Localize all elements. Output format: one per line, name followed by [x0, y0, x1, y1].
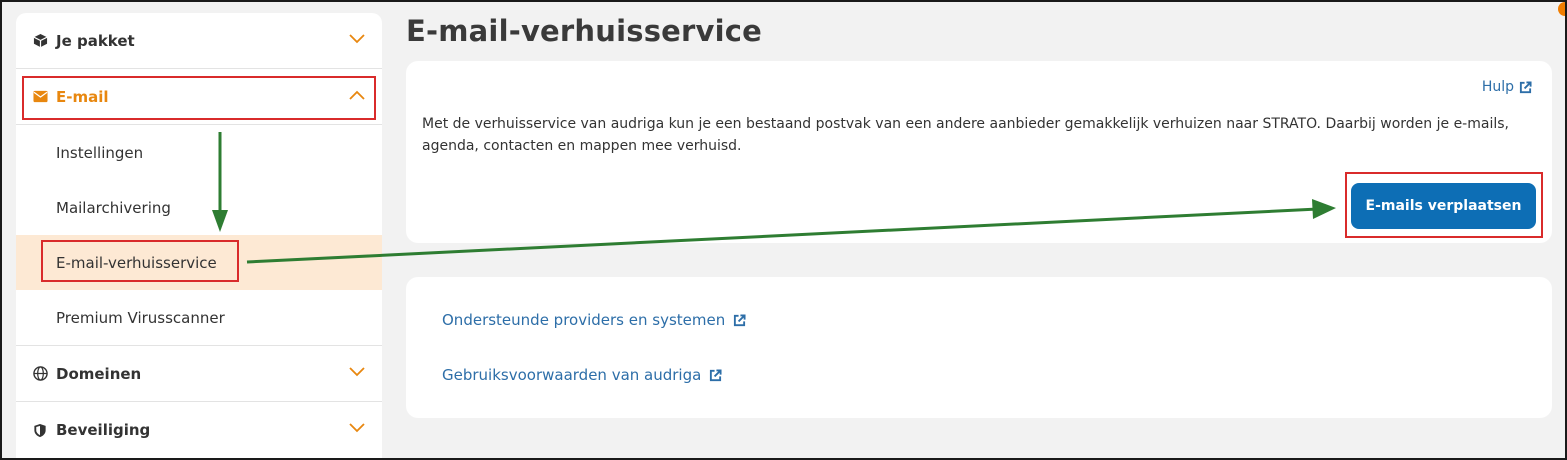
- nav-item-je-pakket[interactable]: Je pakket: [16, 13, 382, 69]
- terms-of-use-link[interactable]: Gebruiksvoorwaarden van audriga: [442, 366, 722, 384]
- chevron-down-icon: [349, 34, 365, 44]
- service-description: Met de verhuisservice van audriga kun je…: [422, 116, 1509, 154]
- highlight-move-button: [1345, 172, 1543, 238]
- chevron-down-icon: [349, 423, 365, 433]
- subnav-item-mailarchivering[interactable]: Mailarchivering: [16, 180, 382, 235]
- links-card: Ondersteunde providers en systemen Gebru…: [406, 277, 1552, 418]
- nav-item-label: Domeinen: [56, 364, 142, 383]
- help-link-label: Hulp: [1481, 79, 1514, 95]
- shield-icon: [32, 422, 48, 438]
- subnav-item-label: Instellingen: [56, 143, 144, 162]
- nav-item-label: Je pakket: [56, 31, 135, 50]
- external-link-icon: [734, 313, 746, 326]
- supported-providers-link[interactable]: Ondersteunde providers en systemen: [442, 311, 746, 329]
- box-icon: [32, 33, 48, 49]
- notification-dot: [1558, 2, 1567, 16]
- subnav-item-premium-virusscanner[interactable]: Premium Virusscanner: [16, 290, 382, 346]
- help-link[interactable]: Hulp: [1482, 79, 1532, 95]
- highlight-verhuisservice-nav: [41, 240, 239, 282]
- nav-item-label: Beveiliging: [56, 421, 151, 439]
- nav-item-domeinen[interactable]: Domeinen: [16, 346, 382, 402]
- link-label: Gebruiksvoorwaarden van audriga: [442, 366, 702, 384]
- subnav-item-label: Premium Virusscanner: [56, 308, 225, 327]
- subnav-item-instellingen[interactable]: Instellingen: [16, 125, 382, 180]
- globe-icon: [32, 366, 48, 382]
- page-title: E-mail-verhuisservice: [406, 14, 763, 48]
- chevron-down-icon: [349, 367, 365, 377]
- subnav-item-label: Mailarchivering: [56, 198, 171, 217]
- external-link-icon: [710, 368, 722, 381]
- external-link-icon: [1519, 80, 1532, 93]
- link-label: Ondersteunde providers en systemen: [442, 311, 726, 329]
- nav-item-beveiliging[interactable]: Beveiliging: [16, 402, 382, 458]
- highlight-email-nav: [22, 76, 376, 120]
